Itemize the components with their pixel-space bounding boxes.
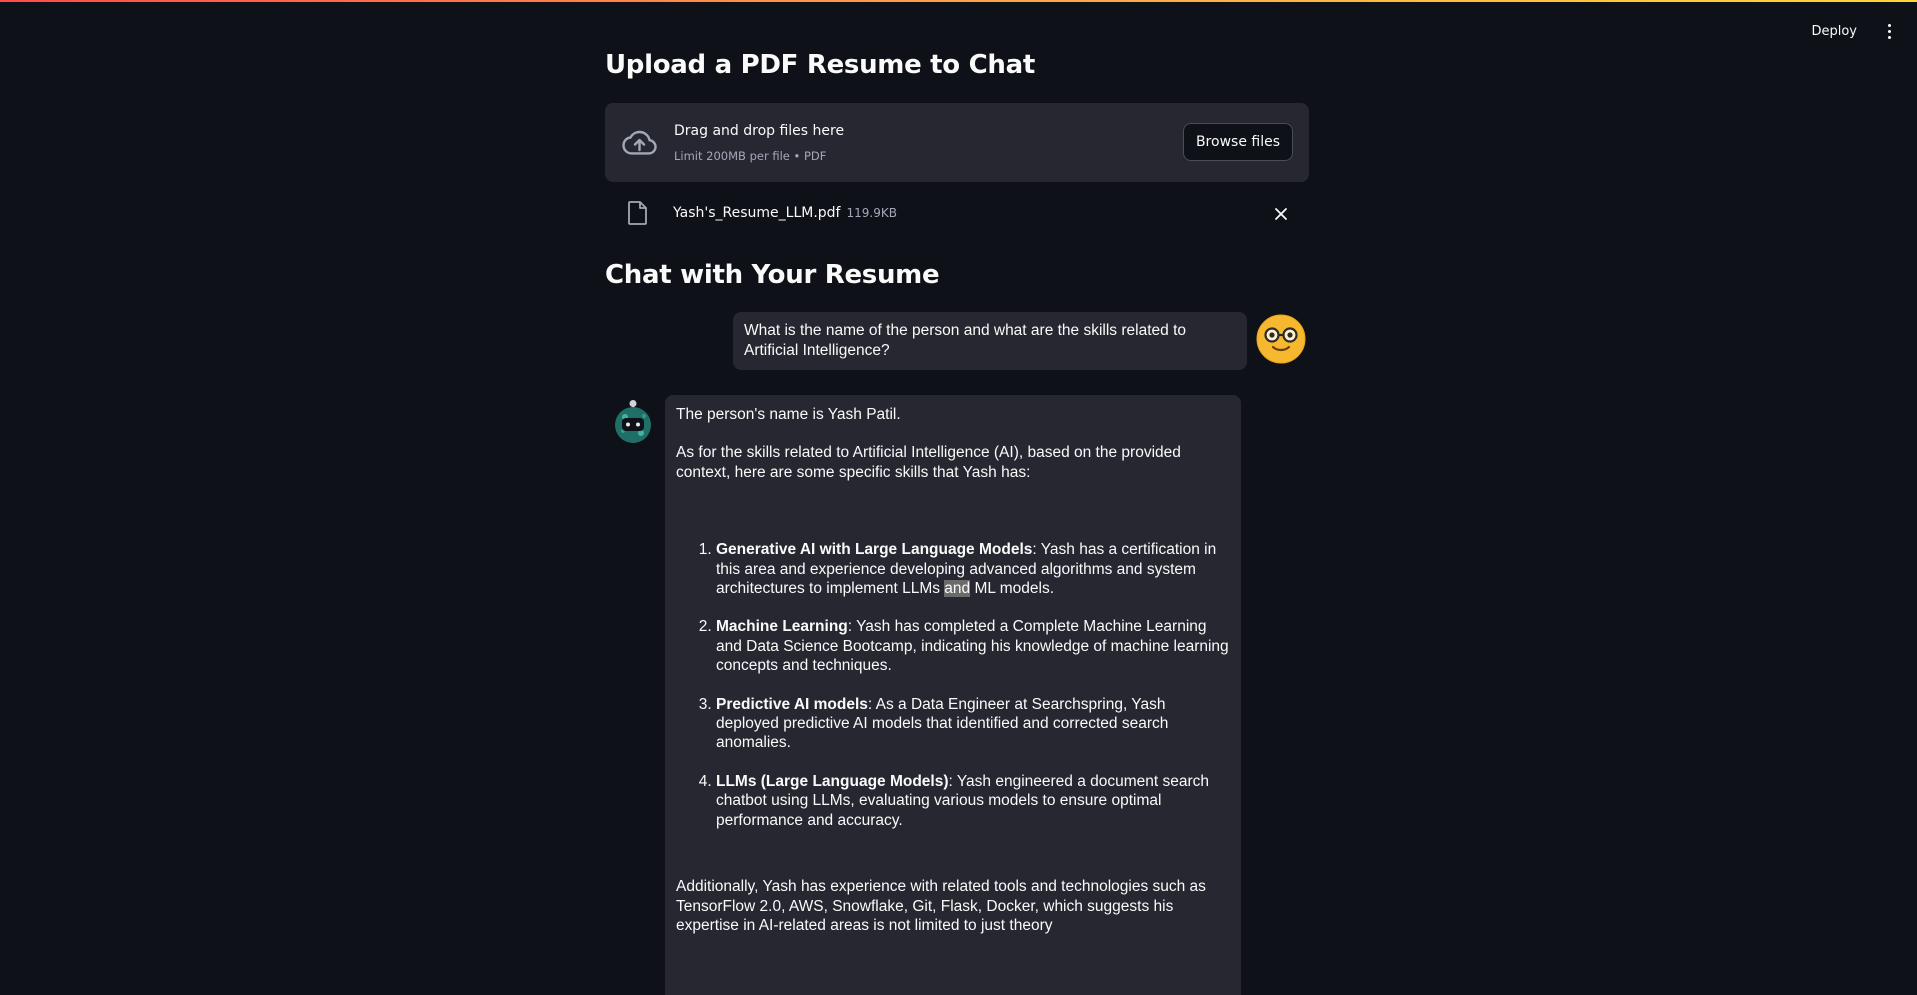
dropzone-limit-text: Limit 200MB per file • PDF — [674, 149, 827, 163]
list-item-title: Generative AI with Large Language Models — [716, 541, 1033, 559]
top-accent-bar — [0, 0, 1917, 2]
list-item: Generative AI with Large Language Models… — [716, 540, 1230, 598]
assistant-message: The person's name is Yash Patil. As for … — [665, 395, 1241, 995]
chat-section-title: Chat with Your Resume — [605, 260, 940, 290]
list-item-title: Predictive AI models — [716, 695, 868, 713]
list-item-text: ML models. — [970, 580, 1055, 598]
file-dropzone[interactable]: Drag and drop files here Limit 200MB per… — [605, 103, 1309, 182]
list-item: Predictive AI models: As a Data Engineer… — [716, 695, 1230, 753]
assistant-paragraph: As for the skills related to Artificial … — [676, 444, 1181, 481]
assistant-avatar-icon — [615, 400, 651, 443]
cloud-upload-icon — [622, 130, 657, 155]
list-item: LLMs (Large Language Models): Yash engin… — [716, 772, 1230, 830]
assistant-paragraph: Additionally, Yash has experience with r… — [676, 878, 1206, 934]
toolbar: Deploy — [1803, 18, 1899, 45]
list-item-title: Machine Learning — [716, 618, 848, 636]
user-message: What is the name of the person and what … — [733, 312, 1247, 370]
page-title: Upload a PDF Resume to Chat — [605, 50, 1035, 80]
selected-text-highlight: and — [944, 580, 971, 598]
list-item-title: LLMs (Large Language Models) — [716, 772, 949, 790]
deploy-button[interactable]: Deploy — [1803, 18, 1865, 45]
uploaded-file-name: Yash's_Resume_LLM.pdf 119.9KB — [673, 205, 897, 221]
assistant-paragraph: The person's name is Yash Patil. — [676, 406, 901, 423]
list-item: Machine Learning: Yash has completed a C… — [716, 617, 1230, 675]
uploaded-file-row: Yash's_Resume_LLM.pdf 119.9KB — [605, 198, 1309, 230]
main-menu-icon[interactable] — [1879, 20, 1899, 44]
file-icon — [628, 201, 647, 225]
browse-files-button[interactable]: Browse files — [1182, 123, 1293, 161]
skills-list: Generative AI with Large Language Models… — [676, 540, 1230, 830]
file-name-text: Yash's_Resume_LLM.pdf — [673, 205, 841, 221]
dropzone-title: Drag and drop files here — [674, 123, 845, 139]
file-size-text: 119.9KB — [846, 206, 897, 220]
close-icon[interactable] — [1271, 204, 1291, 224]
user-avatar-icon — [1256, 314, 1306, 364]
